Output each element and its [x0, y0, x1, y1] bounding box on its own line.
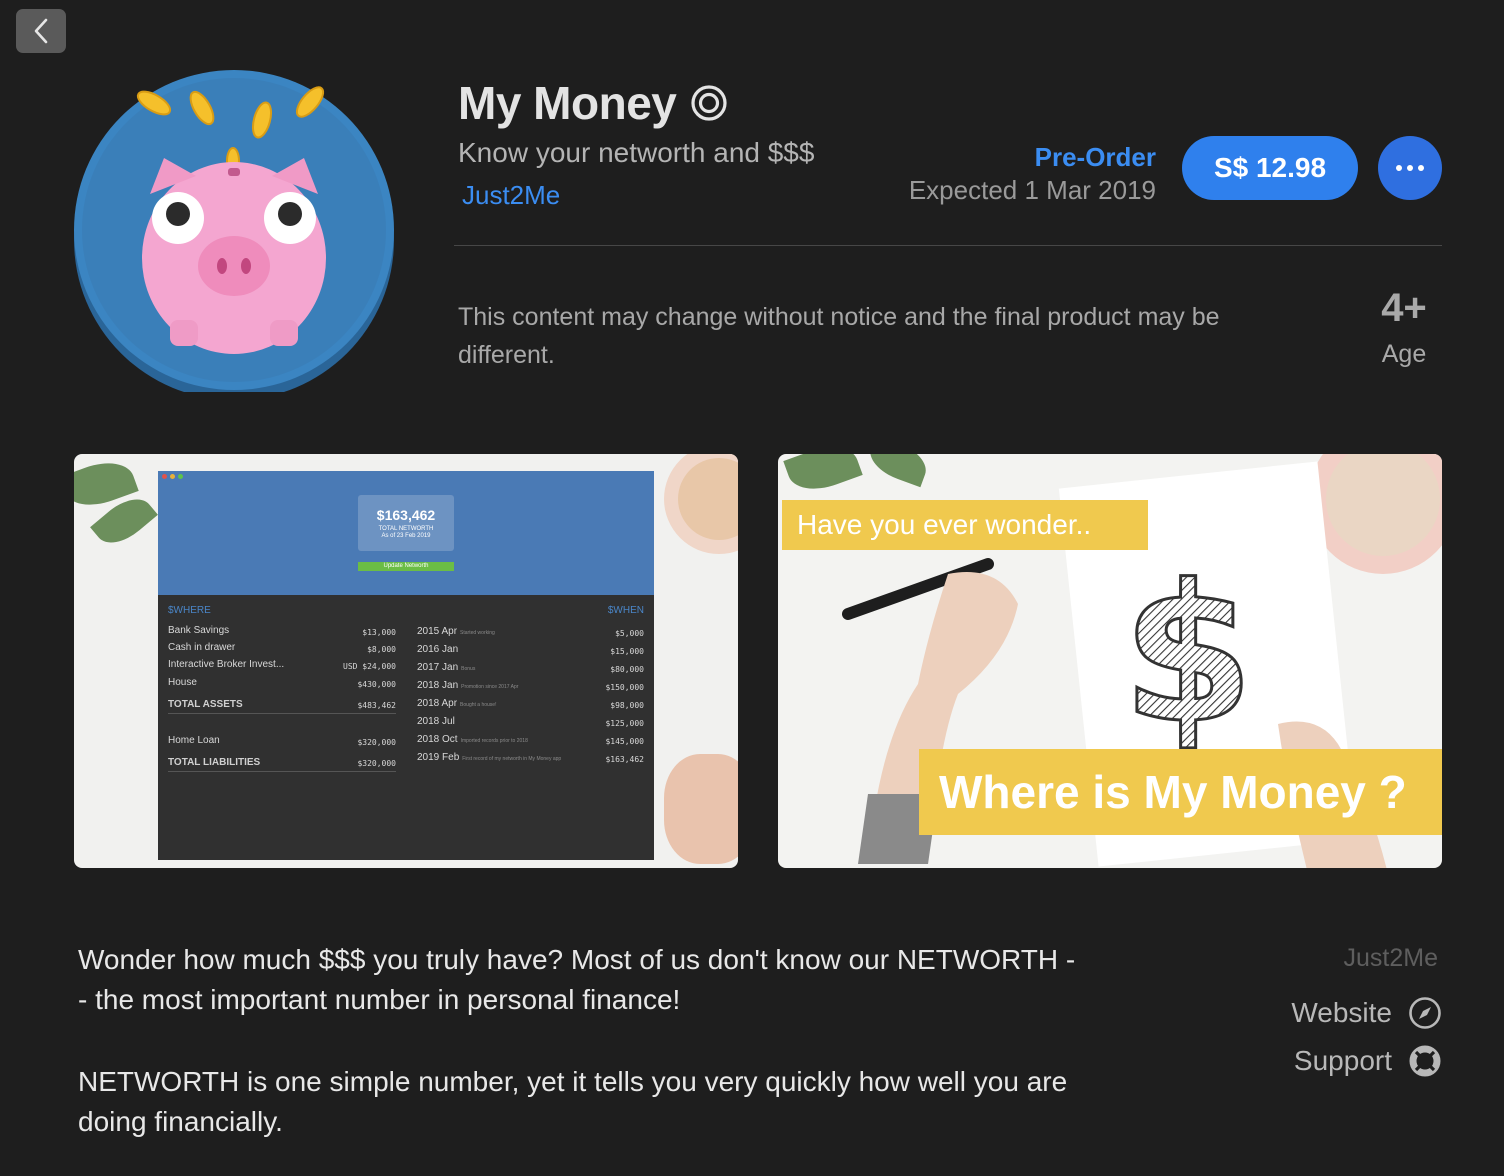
history-row: 2018 Oct Imported records prior to 2018	[417, 734, 528, 745]
lifebuoy-icon	[1409, 1045, 1441, 1077]
screenshot-1[interactable]: $163,462 TOTAL NETWORTH As of 23 Feb 201…	[74, 454, 738, 868]
app-subtitle: Know your networth and $$$	[458, 137, 815, 168]
history-value: $98,000	[610, 701, 644, 710]
app-window-preview: $163,462 TOTAL NETWORTH As of 23 Feb 201…	[158, 471, 654, 860]
banner-top: Have you ever wonder..	[782, 500, 1148, 550]
description-paragraph-2: NETWORTH is one simple number, yet it te…	[78, 1066, 1068, 1137]
history-value: $163,462	[605, 755, 644, 764]
age-rating-value: 4+	[1381, 286, 1427, 330]
banner-bottom: Where is My Money ?	[919, 749, 1442, 835]
networth-card: $163,462 TOTAL NETWORTH As of 23 Feb 201…	[358, 495, 454, 551]
description-paragraph-1: Wonder how much $$$ you truly have? Most…	[78, 944, 1076, 1015]
svg-text:$: $	[1128, 550, 1248, 750]
website-label: Website	[1291, 997, 1392, 1028]
support-link[interactable]: Support	[1294, 1044, 1442, 1078]
back-button[interactable]	[16, 9, 66, 53]
website-link[interactable]: Website	[1291, 996, 1442, 1030]
history-row: 2018 Jan Promotion since 2017 Apr	[417, 680, 519, 691]
dollar-sign-illustration: $	[1128, 550, 1248, 750]
history-value: $125,000	[605, 719, 644, 728]
history-value: $150,000	[605, 683, 644, 692]
support-label: Support	[1293, 1045, 1392, 1076]
compass-icon	[1409, 997, 1441, 1029]
screenshot-2[interactable]: $ Have you ever wonder.. Where is My Mon…	[778, 454, 1442, 868]
history-row: 2018 Apr Bought a house!	[417, 698, 497, 709]
chevron-left-icon	[34, 18, 48, 44]
sidebar-developer[interactable]: Just2Me	[1200, 944, 1438, 973]
age-rating-label: Age	[1381, 340, 1427, 368]
update-networth-button: Update Networth	[358, 562, 454, 571]
title-row: My Money	[458, 76, 728, 130]
preorder-label: Pre-Order	[1034, 142, 1156, 172]
content-notice: This content may change without notice a…	[458, 303, 1220, 369]
history-value: $145,000	[605, 737, 644, 746]
history-value: $15,000	[610, 647, 644, 656]
history-row: 2015 Apr Started working	[417, 626, 495, 637]
history-row: 2016 Jan	[417, 644, 459, 655]
app-store-page: My Money Know your networth and $$$ Just…	[0, 0, 1504, 1176]
more-options-button[interactable]	[1378, 136, 1442, 200]
history-value: $5,000	[615, 629, 644, 638]
expected-date: Expected 1 Mar 2019	[908, 175, 1156, 205]
price-button[interactable]: S$ 12.98	[1182, 136, 1358, 200]
hand	[664, 754, 738, 864]
divider	[454, 245, 1442, 246]
history-row: 2017 Jan Bonus	[417, 662, 476, 673]
history-value: $80,000	[610, 665, 644, 674]
history-row: 2019 Feb First record of my networth in M…	[417, 752, 562, 763]
ellipsis-icon	[1396, 165, 1402, 171]
developer-link[interactable]: Just2Me	[462, 180, 560, 211]
history-row: 2018 Jul	[417, 716, 455, 727]
app-title: My Money	[458, 77, 677, 129]
app-icon	[74, 70, 394, 392]
preorder-circle-icon	[691, 85, 727, 121]
description: Wonder how much $$$ you truly have? Most…	[78, 940, 1078, 1142]
